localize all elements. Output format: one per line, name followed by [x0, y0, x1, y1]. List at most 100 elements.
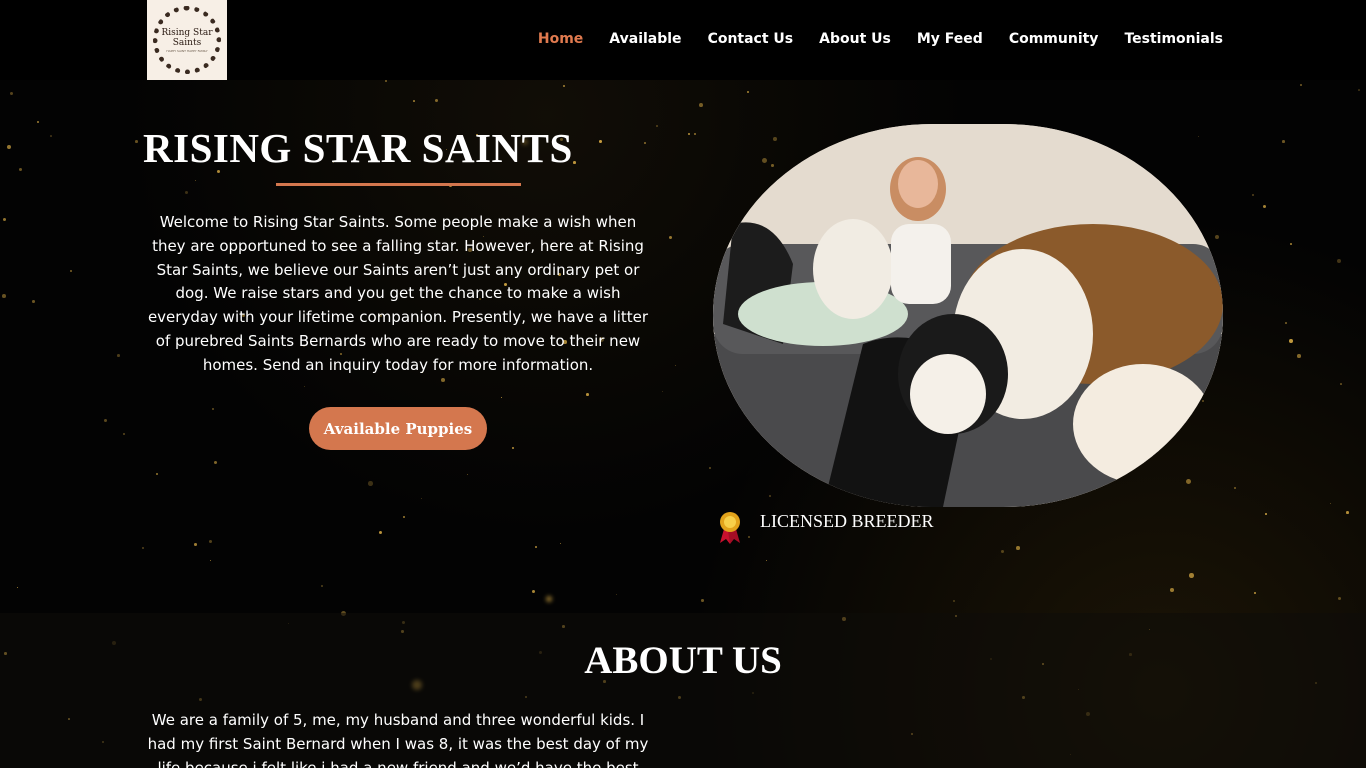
star-dot	[421, 498, 423, 500]
logo-text: Rising Star Saints	[161, 27, 213, 48]
star-dot	[535, 546, 537, 548]
star-dot	[769, 495, 771, 497]
star-dot	[3, 218, 6, 221]
hero-title: RISING STAR SAINTS	[143, 125, 573, 171]
star-dot	[560, 543, 562, 545]
nav-available[interactable]: Available	[609, 31, 681, 47]
hero-intro: Welcome to Rising Star Saints. Some peop…	[147, 213, 649, 374]
star-dot	[70, 270, 73, 273]
star-dot	[748, 536, 751, 539]
star-dot	[953, 600, 956, 603]
main-nav: Home Available Contact Us About Us My Fe…	[538, 31, 1223, 47]
star-dot	[656, 125, 658, 127]
star-dot	[1215, 235, 1219, 239]
star-dot	[209, 540, 212, 543]
star-dot	[467, 474, 469, 476]
star-dot	[1282, 140, 1285, 143]
star-dot	[1170, 588, 1174, 592]
star-dot	[117, 354, 120, 357]
star-dot	[694, 133, 696, 135]
nav-testimonials[interactable]: Testimonials	[1124, 31, 1223, 47]
star-dot	[586, 393, 589, 396]
star-dot	[1340, 383, 1342, 385]
star-dot	[123, 433, 126, 436]
star-dot	[441, 378, 445, 382]
star-dot	[19, 168, 23, 172]
nav-about-us[interactable]: About Us	[819, 31, 891, 47]
star-dot	[1290, 243, 1292, 245]
star-dot	[762, 158, 768, 164]
star-dot	[321, 585, 323, 587]
site-logo[interactable]: Rising Star Saints HAPPY SAINT HAPPY FAM…	[147, 0, 227, 80]
star-dot	[142, 547, 145, 550]
star-dot	[669, 236, 673, 240]
star-dot	[1189, 573, 1194, 578]
nav-home[interactable]: Home	[538, 31, 583, 47]
star-dot	[156, 473, 159, 476]
available-puppies-button[interactable]: Available Puppies	[309, 407, 487, 450]
star-dot	[1300, 84, 1302, 86]
star-dot	[616, 594, 618, 596]
hero-photo	[713, 124, 1223, 507]
logo-tagline: HAPPY SAINT HAPPY FAMILY	[166, 48, 208, 53]
title-divider	[276, 183, 521, 186]
star-dot	[1252, 194, 1255, 197]
star-dot	[210, 560, 212, 562]
star-dot	[1289, 339, 1293, 343]
star-dot	[368, 481, 373, 486]
star-dot	[413, 100, 415, 102]
star-dot	[1198, 136, 1200, 138]
star-dot	[662, 391, 663, 392]
star-dot	[699, 103, 703, 107]
nav-community[interactable]: Community	[1009, 31, 1099, 47]
site-header: Rising Star Saints HAPPY SAINT HAPPY FAM…	[0, 0, 1366, 80]
star-dot	[1346, 511, 1349, 514]
nav-my-feed[interactable]: My Feed	[917, 31, 983, 47]
star-dot	[701, 599, 704, 602]
star-dot	[563, 85, 566, 88]
star-dot	[10, 92, 13, 95]
star-dot	[212, 408, 215, 411]
star-dot	[1265, 513, 1267, 515]
star-dot	[709, 467, 711, 469]
star-dot	[1202, 400, 1204, 402]
star-dot	[1330, 503, 1331, 504]
star-dot	[185, 191, 189, 195]
star-dot	[2, 294, 6, 298]
star-dot	[546, 596, 553, 603]
star-dot	[304, 386, 306, 388]
star-dot	[385, 80, 388, 83]
star-dot	[766, 560, 768, 562]
star-dot	[688, 133, 691, 136]
star-dot	[37, 121, 39, 123]
star-dot	[501, 397, 503, 399]
nav-contact-us[interactable]: Contact Us	[708, 31, 794, 47]
about-text: We are a family of 5, me, my husband and…	[147, 711, 649, 768]
star-dot	[17, 587, 19, 589]
star-dot	[1263, 205, 1267, 209]
star-dot	[195, 180, 197, 182]
star-dot	[773, 137, 777, 141]
licensed-breeder-label: LICENSED BREEDER	[760, 511, 934, 531]
star-dot	[7, 145, 11, 149]
star-dot	[1337, 259, 1341, 263]
star-dot	[675, 365, 677, 367]
star-dot	[512, 447, 515, 450]
star-dot	[1338, 597, 1342, 601]
star-dot	[1016, 546, 1020, 550]
star-dot	[532, 590, 535, 593]
star-dot	[1358, 89, 1360, 91]
star-dot	[1001, 550, 1005, 554]
star-dot	[50, 135, 52, 137]
star-dot	[214, 461, 218, 465]
woman-with-saint-bernards-image	[713, 124, 1223, 507]
star-dot	[104, 419, 107, 422]
about-title: ABOUT US	[584, 639, 782, 682]
star-dot	[435, 99, 439, 103]
star-dot	[403, 516, 406, 519]
star-dot	[1254, 592, 1257, 595]
award-ribbon-icon	[716, 511, 744, 549]
star-dot	[747, 91, 750, 94]
star-dot	[135, 140, 138, 143]
star-dot	[194, 543, 197, 546]
